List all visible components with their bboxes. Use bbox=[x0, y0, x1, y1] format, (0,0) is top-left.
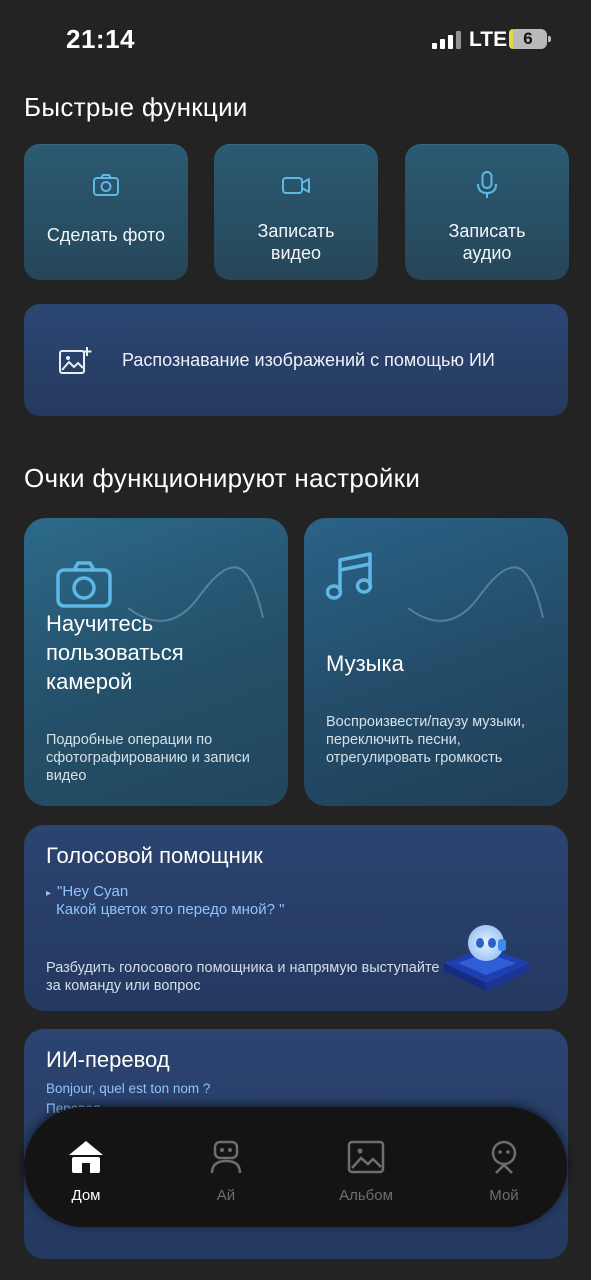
music-card[interactable]: Музыка Воспроизвести/паузу музыки, перек… bbox=[304, 518, 568, 806]
music-title: Музыка bbox=[326, 651, 404, 676]
take-photo-label: Сделать фото bbox=[46, 225, 166, 245]
camera-guide-title: Научитесь пользоваться камерой bbox=[46, 611, 184, 694]
tab-profile[interactable]: Мой bbox=[444, 1107, 564, 1227]
profile-icon bbox=[491, 1140, 517, 1174]
glasses-settings-title: Очки функционируют настройки bbox=[24, 463, 421, 493]
quote-line1-text: "Hey Cyan bbox=[57, 883, 129, 900]
voice-assistant-title: Голосовой помощник bbox=[46, 843, 263, 868]
robot-icon bbox=[210, 1140, 242, 1174]
album-icon bbox=[347, 1140, 385, 1174]
record-video-button[interactable]: Записать видео bbox=[214, 144, 378, 280]
tab-ai[interactable]: Ай bbox=[166, 1107, 286, 1227]
sound-wave-icon: ▸ bbox=[46, 888, 52, 899]
camera-guide-description: Подробные операции по сфотографированию … bbox=[46, 732, 250, 784]
music-note-icon bbox=[326, 552, 373, 600]
status-time: 21:14 bbox=[66, 24, 135, 54]
record-audio-label: Записать аудио bbox=[448, 221, 526, 263]
tab-home-label: Дом bbox=[71, 1187, 101, 1204]
ai-translation-title: ИИ-перевод bbox=[46, 1047, 170, 1072]
tab-profile-label: Мой bbox=[489, 1187, 519, 1204]
voice-assistant-description: Разбудить голосового помощника и напряму… bbox=[46, 960, 440, 994]
tab-album-label: Альбом bbox=[339, 1187, 393, 1204]
status-bar: 21:14 LTE 6 bbox=[0, 0, 591, 80]
camera-icon bbox=[56, 561, 112, 608]
camera-icon bbox=[93, 174, 119, 196]
wave-decoration bbox=[408, 566, 544, 622]
microphone-icon bbox=[477, 171, 497, 198]
take-photo-button[interactable]: Сделать фото bbox=[24, 144, 188, 280]
bottom-tab-bar: Дом Ай Альбом Мой bbox=[24, 1107, 567, 1227]
quick-functions-title: Быстрые функции bbox=[24, 92, 248, 122]
ai-image-recognition-label: Распознавание изображений с помощью ИИ bbox=[122, 350, 495, 370]
camera-guide-card[interactable]: Научитесь пользоваться камерой Подробные… bbox=[24, 518, 288, 806]
record-video-label: Записать видео bbox=[257, 221, 335, 263]
tab-ai-label: Ай bbox=[216, 1187, 236, 1204]
music-description: Воспроизвести/паузу музыки, переключить … bbox=[326, 714, 526, 766]
voice-assistant-quote-line1: ▸ "Hey Cyan bbox=[46, 883, 128, 900]
home-icon bbox=[69, 1141, 103, 1173]
tab-album[interactable]: Альбом bbox=[306, 1107, 426, 1227]
network-type: LTE bbox=[469, 28, 508, 51]
signal-strength-icon bbox=[432, 31, 462, 49]
voice-assistant-quote-line2: Какой цветок это передо мной? " bbox=[56, 901, 285, 918]
battery-icon: 6 bbox=[509, 29, 551, 49]
tab-home[interactable]: Дом bbox=[26, 1107, 146, 1227]
image-add-icon bbox=[59, 347, 92, 374]
video-camera-icon bbox=[282, 177, 310, 194]
record-audio-button[interactable]: Записать аудио bbox=[405, 144, 569, 280]
ai-image-recognition-button[interactable]: Распознавание изображений с помощью ИИ bbox=[24, 304, 568, 416]
ai-translation-source-text: Bonjour, quel est ton nom ? bbox=[46, 1081, 211, 1096]
robot-assistant-icon bbox=[444, 925, 530, 991]
voice-assistant-card[interactable]: Голосовой помощник ▸ "Hey Cyan Какой цвет… bbox=[24, 825, 568, 1011]
